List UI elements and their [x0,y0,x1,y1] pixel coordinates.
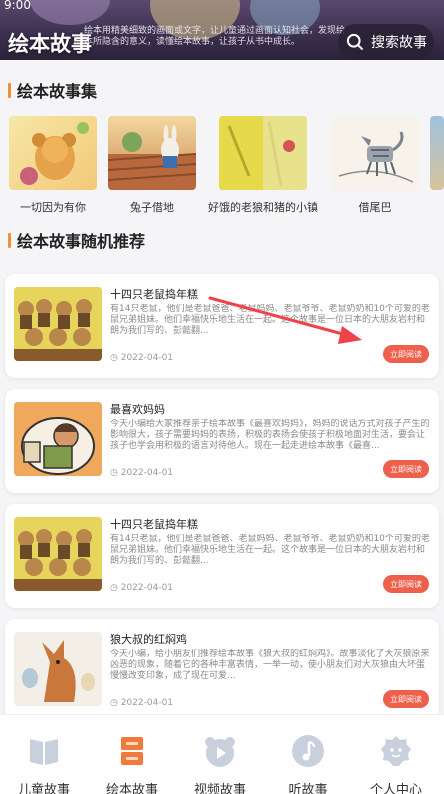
section-accent-bar [8,82,11,98]
tab-video-stories[interactable]: 视频故事 [176,715,264,794]
story-card[interactable]: 狼大叔的红焖鸡 今天小编，给小朋友们推荐绘本故事《狼大叔的红焖鸡》。故事淡化了大… [5,619,439,723]
read-now-button[interactable]: 立即阅读 [383,575,429,593]
collection-item-partial[interactable] [430,116,444,190]
header-description: 绘本用精美细致的画面或文字，让儿童通过画面认知社会，发现绘本所隐含的意义，读懂绘… [84,26,346,47]
story-cover [14,632,102,706]
tab-label: 视频故事 [193,783,246,794]
story-date: ◷ 2022-04-01 [110,698,173,708]
read-now-button[interactable]: 立即阅读 [383,460,429,478]
clock-icon: ◷ [110,698,121,708]
collection-label: 借尾巴 [358,201,392,214]
story-description: 今天小编，给小朋友们推荐绘本故事《狼大叔的红焖鸡》。故事淡化了大灰狼原来凶恶的现… [110,649,430,681]
story-card[interactable]: 十四只老鼠捣年糕 有14只老鼠，他们是老鼠爸爸、老鼠妈妈、老鼠爷爷、老鼠奶奶和1… [5,504,439,608]
story-description: 有14只老鼠，他们是老鼠爸爸、老鼠妈妈、老鼠爷爷、老鼠奶奶和10个可爱的老鼠兄弟… [110,534,430,566]
profile-gear-icon [381,736,411,766]
clock-icon: ◷ [110,353,121,363]
story-cover [14,402,102,476]
collection-label: 好饿的老狼和猪的小镇 [208,201,318,214]
search-button-label: 搜索故事 [371,35,427,51]
collection-cover [331,116,419,190]
collections-row: 一切因为有你 兔子借地 好饿的老狼和猪的小镇 借尾巴 [0,116,444,216]
section-title-collections: 绘本故事集 [8,78,97,102]
story-date-text: 2022-04-01 [120,698,174,708]
section-accent-bar [8,232,11,248]
section-title-text: 绘本故事随机推荐 [17,232,146,251]
story-cover [14,517,102,591]
bottom-tab-bar: 儿童故事 绘本故事 视频故事 听故事 个人中心 [0,714,444,794]
book-icon [30,739,58,765]
tab-label: 儿童故事 [17,783,70,794]
tab-profile[interactable]: 个人中心 [352,715,440,794]
story-date-text: 2022-04-01 [120,353,174,363]
picture-book-icon [121,737,143,765]
story-date: ◷ 2022-04-01 [110,468,173,478]
tab-label: 绘本故事 [105,783,158,794]
story-title: 最喜欢妈妈 [110,403,165,416]
clock-icon: ◷ [110,583,121,593]
page-title: 绘本故事 [8,32,92,56]
story-date: ◷ 2022-04-01 [110,353,173,363]
tab-label: 听故事 [288,783,328,794]
video-bear-icon [205,737,235,767]
collection-cover [430,116,444,190]
story-date: ◷ 2022-04-01 [110,583,173,593]
tab-label: 个人中心 [369,783,422,794]
collection-cover [108,116,196,190]
collection-label: 兔子借地 [130,201,174,214]
search-icon [346,33,364,51]
clock-icon: ◷ [110,468,121,478]
story-title: 十四只老鼠捣年糕 [110,518,198,531]
story-card[interactable]: 最喜欢妈妈 今天小编给大家推荐亲子绘本故事《最喜欢妈妈》，妈妈的说话方式对孩子产… [5,389,439,493]
story-date-text: 2022-04-01 [120,583,174,593]
section-title-text: 绘本故事集 [17,82,98,101]
tab-listen-stories[interactable]: 听故事 [264,715,352,794]
section-title-recommend: 绘本故事随机推荐 [8,228,145,252]
search-button[interactable]: 搜索故事 [338,24,434,60]
status-time: 9:00 [4,0,31,12]
collection-item[interactable]: 好饿的老狼和猪的小镇 [207,116,319,215]
tab-picture-books[interactable]: 绘本故事 [88,715,176,794]
story-description: 今天小编给大家推荐亲子绘本故事《最喜欢妈妈》，妈妈的说话方式对孩子产生的影响很大… [110,419,430,451]
story-card[interactable]: 十四只老鼠捣年糕 有14只老鼠，他们是老鼠爸爸、老鼠妈妈、老鼠爷爷、老鼠奶奶和1… [5,274,439,378]
collection-item[interactable]: 一切因为有你 [9,116,97,215]
collection-item[interactable]: 借尾巴 [331,116,419,215]
collection-cover [9,116,97,190]
story-cover [14,287,102,361]
story-description: 有14只老鼠，他们是老鼠爸爸、老鼠妈妈、老鼠爷爷、老鼠奶奶和10个可爱的老鼠兄弟… [110,304,430,336]
read-now-button[interactable]: 立即阅读 [383,345,429,363]
story-title: 狼大叔的红焖鸡 [110,633,187,646]
music-note-icon [292,735,324,767]
collection-label: 一切因为有你 [20,201,86,214]
collection-item[interactable]: 兔子借地 [108,116,196,215]
story-date-text: 2022-04-01 [120,468,174,478]
story-title: 十四只老鼠捣年糕 [110,288,198,301]
tab-children-stories[interactable]: 儿童故事 [0,715,88,794]
header-banner: 9:00 绘本故事 绘本用精美细致的画面或文字，让儿童通过画面认知社会，发现绘本… [0,0,444,60]
collection-cover [219,116,307,190]
read-now-button[interactable]: 立即阅读 [383,690,429,708]
